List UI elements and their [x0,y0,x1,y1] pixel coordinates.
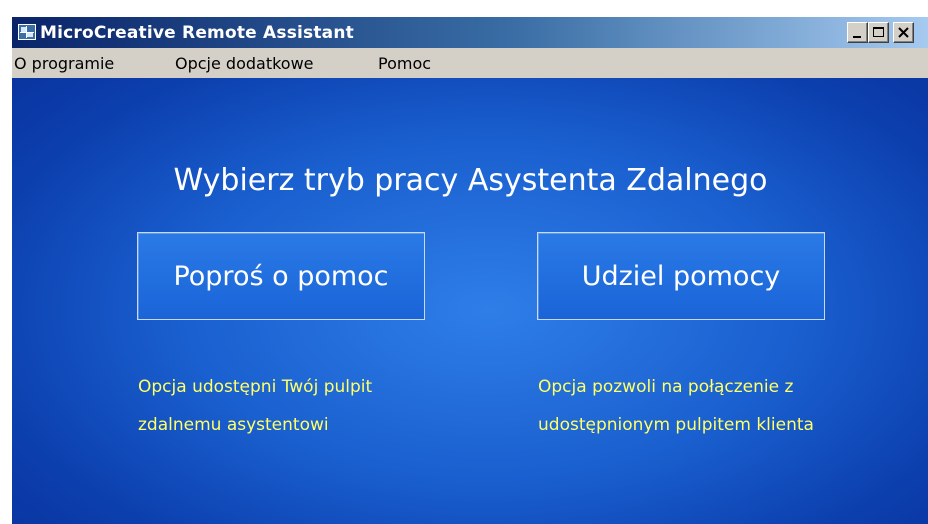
give-help-description-line-2: udostępnionym pulpitem klienta [538,415,814,435]
window-title: MicroCreative Remote Assistant [40,23,354,43]
ask-help-description: Opcja udostępni Twój pulpit zdalnemu asy… [138,368,372,444]
ask-help-description-line-2: zdalnemu asystentowi [138,415,329,435]
menu-bar: O programie Opcje dodatkowe Pomoc [12,48,928,78]
title-bar[interactable]: MicroCreative Remote Assistant [12,17,928,48]
page-title: Wybierz tryb pracy Asystenta Zdalnego [173,163,768,198]
app-window: MicroCreative Remote Assistant O program… [11,16,928,524]
minimize-icon [853,36,861,38]
remote-desktop-icon [18,24,36,40]
close-button[interactable] [893,22,914,43]
ask-for-help-button[interactable]: Poproś o pomoc [137,232,425,320]
menu-item-about[interactable]: O programie [14,54,114,73]
menu-item-help[interactable]: Pomoc [378,54,431,73]
give-help-button[interactable]: Udziel pomocy [537,232,825,320]
give-help-description: Opcja pozwoli na połączenie z udostępnio… [538,368,814,444]
main-panel: Wybierz tryb pracy Asystenta Zdalnego Po… [12,78,928,524]
ask-help-description-line-1: Opcja udostępni Twój pulpit [138,377,373,397]
maximize-button[interactable] [868,22,889,43]
minimize-button[interactable] [847,22,868,43]
menu-item-extra-options[interactable]: Opcje dodatkowe [175,54,314,73]
give-help-description-line-1: Opcja pozwoli na połączenie z [538,377,794,397]
maximize-icon [873,27,884,37]
close-icon [898,27,909,38]
